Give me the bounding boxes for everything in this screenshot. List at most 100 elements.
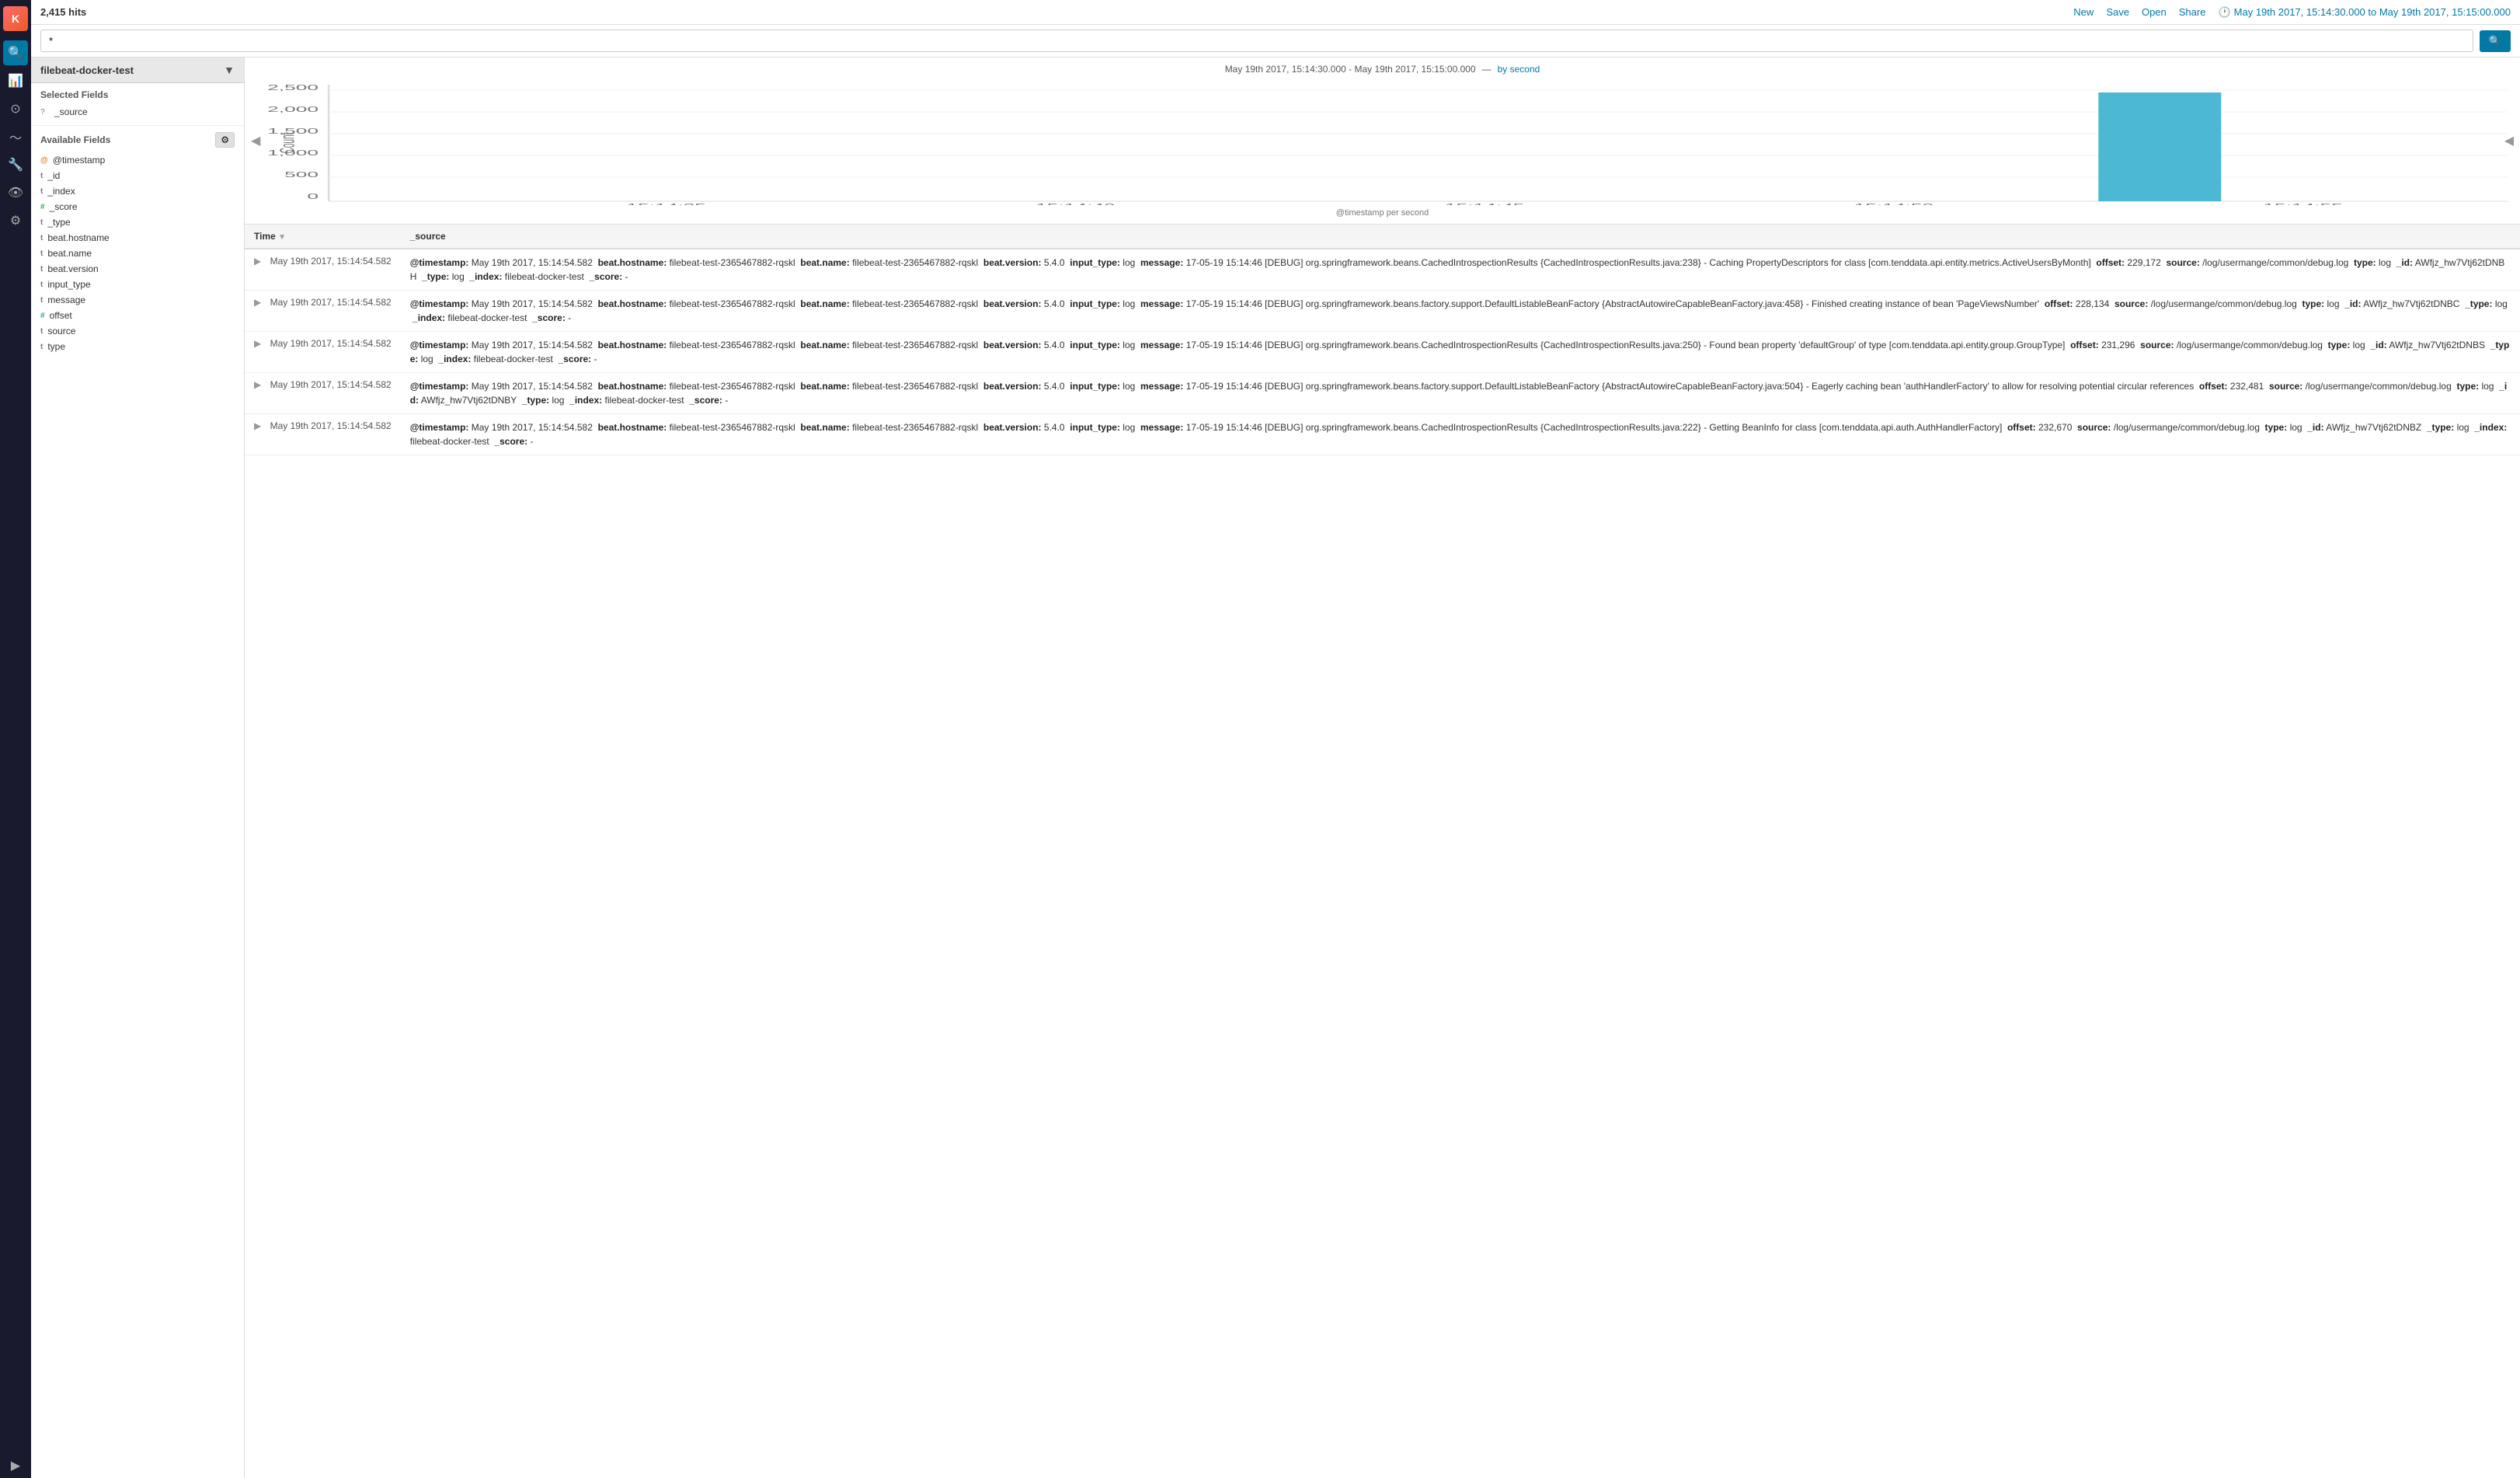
source-key: message: [1140, 422, 1183, 433]
source-val: - [725, 395, 728, 406]
avail-field-index[interactable]: t _index [40, 183, 235, 199]
field-label: _type [47, 217, 70, 228]
new-button[interactable]: New [2073, 6, 2094, 18]
source-cell: @timestamp: May 19th 2017, 15:14:54.582 … [401, 414, 2520, 455]
source-val: log [2379, 257, 2391, 268]
source-key: _id: [2370, 340, 2386, 350]
avail-field-score[interactable]: # _score [40, 199, 235, 214]
source-val: 17-05-19 15:14:46 [DEBUG] org.springfram… [1186, 340, 2066, 350]
source-key: input_type: [1070, 298, 1120, 309]
svg-text:15:14:40: 15:14:40 [1035, 202, 1115, 205]
selected-fields-section: Selected Fields ? _source [31, 83, 244, 126]
field-type-t-icon: t [40, 234, 43, 242]
search-bar: 🔍 [31, 25, 2520, 58]
avail-field-source[interactable]: t source [40, 323, 235, 339]
source-key: beat.hostname: [598, 381, 667, 392]
source-val: 232,481 [2230, 381, 2264, 392]
source-val: - [530, 436, 533, 447]
source-key: source: [2166, 257, 2199, 268]
nav-discover[interactable]: 🔍 [3, 40, 28, 65]
nav-settings[interactable]: ⚙ [3, 208, 28, 233]
source-val: filebeat-docker-test [410, 436, 489, 447]
nav-monitoring[interactable]: 👁 [3, 180, 28, 205]
field-type-hash-icon: # [40, 312, 45, 320]
selected-fields-label: Selected Fields [40, 89, 235, 100]
source-key: _score: [494, 436, 527, 447]
source-key: @timestamp: [410, 381, 469, 392]
expand-button[interactable]: ▶ [254, 420, 261, 431]
source-key: message: [1140, 257, 1183, 268]
avail-field-offset[interactable]: # offset [40, 308, 235, 323]
time-cell: ▶ May 19th 2017, 15:14:54.582 [245, 332, 401, 373]
source-key: beat.name: [800, 340, 849, 350]
nav-tools[interactable]: 🔧 [3, 152, 28, 177]
source-key: _type: [2427, 422, 2454, 433]
fields-gear-button[interactable]: ⚙ [215, 132, 235, 148]
source-key: offset: [2096, 257, 2125, 268]
source-key: input_type: [1070, 257, 1120, 268]
source-val: filebeat-docker-test [474, 354, 553, 364]
search-button[interactable]: 🔍 [2480, 30, 2511, 52]
source-key: @timestamp: [410, 422, 469, 433]
expand-button[interactable]: ▶ [254, 379, 261, 390]
field-label: _id [47, 170, 60, 181]
source-key: input_type: [1070, 381, 1120, 392]
expand-button[interactable]: ▶ [254, 297, 261, 308]
sidebar-chevron-icon[interactable]: ▼ [224, 64, 235, 76]
avail-field-timestamp[interactable]: @ @timestamp [40, 152, 235, 168]
field-label: beat.version [47, 263, 98, 274]
expand-button[interactable]: ▶ [254, 338, 261, 349]
source-key: _type: [422, 271, 449, 282]
index-title[interactable]: filebeat-docker-test [40, 64, 134, 76]
field-type-t-icon: t [40, 296, 43, 305]
avail-field-id[interactable]: t _id [40, 168, 235, 183]
avail-field-type[interactable]: t _type [40, 214, 235, 230]
source-val: 5.4.0 [1044, 257, 1065, 268]
source-val: log [2481, 381, 2494, 392]
source-key: _id: [2307, 422, 2323, 433]
time-value: May 19th 2017, 15:14:54.582 [270, 338, 392, 349]
svg-text:15:14:50: 15:14:50 [1854, 202, 1934, 205]
source-key: beat.name: [800, 298, 849, 309]
source-key: offset: [2070, 340, 2099, 350]
source-key: beat.version: [983, 422, 1042, 433]
avail-field-type-field[interactable]: t type [40, 339, 235, 354]
chart-bar[interactable] [2098, 92, 2221, 201]
by-second-link[interactable]: by second [1498, 64, 1540, 75]
source-val: filebeat-docker-test [605, 395, 684, 406]
avail-field-beat-name[interactable]: t beat.name [40, 246, 235, 261]
avail-field-beat-hostname[interactable]: t beat.hostname [40, 230, 235, 246]
available-fields-label: Available Fields [40, 134, 110, 145]
time-value: May 19th 2017, 15:14:54.582 [270, 256, 392, 267]
field-type-hash-icon: # [40, 203, 45, 211]
search-input[interactable] [40, 30, 2473, 52]
source-cell: @timestamp: May 19th 2017, 15:14:54.582 … [401, 249, 2520, 291]
col-time-header[interactable]: Time ▼ [245, 225, 401, 249]
nav-visualize[interactable]: 📊 [3, 68, 28, 93]
source-val: 5.4.0 [1044, 340, 1065, 350]
time-cell: ▶ May 19th 2017, 15:14:54.582 [245, 291, 401, 332]
source-val: filebeat-test-2365467882-rqskl [670, 340, 795, 350]
source-val: 232,670 [2038, 422, 2072, 433]
time-range[interactable]: 🕐 May 19th 2017, 15:14:30.000 to May 19t… [2218, 6, 2511, 19]
source-val: filebeat-test-2365467882-rqskl [670, 381, 795, 392]
nav-timelion[interactable]: 〜 [3, 124, 28, 149]
source-key: beat.hostname: [598, 298, 667, 309]
nav-play[interactable]: ▶ [3, 1453, 28, 1478]
source-key: message: [1140, 298, 1183, 309]
source-val: AWfjz_hw7Vtj62tDNBZ [2326, 422, 2421, 433]
source-val: /log/usermange/common/debug.log [2114, 422, 2260, 433]
avail-field-message[interactable]: t message [40, 292, 235, 308]
avail-field-input-type[interactable]: t input_type [40, 277, 235, 292]
save-button[interactable]: Save [2106, 6, 2129, 18]
share-button[interactable]: Share [2179, 6, 2206, 18]
open-button[interactable]: Open [2142, 6, 2167, 18]
row-source: @timestamp: May 19th 2017, 15:14:54.582 … [410, 256, 2511, 284]
avail-field-beat-version[interactable]: t beat.version [40, 261, 235, 277]
source-key: input_type: [1070, 340, 1120, 350]
expand-button[interactable]: ▶ [254, 256, 261, 267]
source-key: source: [2077, 422, 2111, 433]
nav-dashboard[interactable]: ⊙ [3, 96, 28, 121]
app-logo[interactable]: K [3, 6, 28, 31]
selected-field-source[interactable]: ? _source [40, 105, 235, 119]
